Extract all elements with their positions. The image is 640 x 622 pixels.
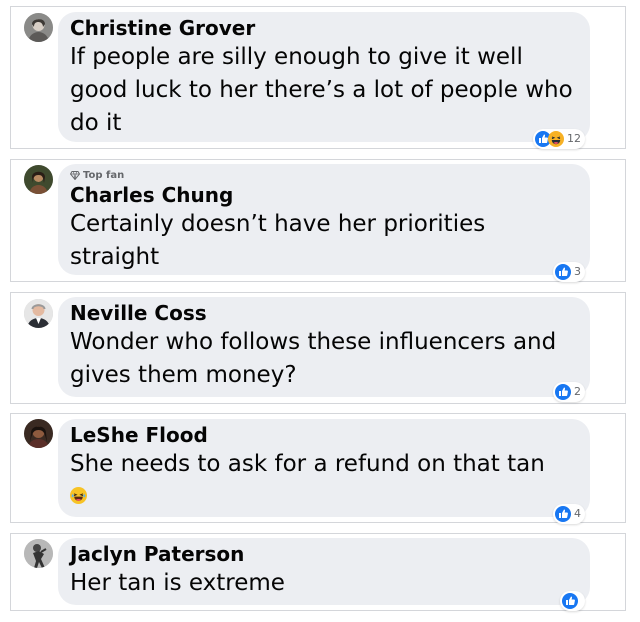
comment-bubble: Top fan Charles Chung Certainly doesn’t … (58, 164, 590, 275)
avatar[interactable] (24, 539, 53, 568)
top-fan-label: Top fan (83, 170, 125, 181)
haha-icon (548, 131, 564, 147)
comment-bubble: Jaclyn Paterson Her tan is extreme (58, 538, 590, 605)
comment-author[interactable]: Neville Coss (70, 300, 578, 326)
comment-text: Certainly doesn’t have her priorities st… (70, 211, 486, 270)
reaction-summary[interactable]: 4 (553, 504, 585, 524)
comment-bubble: LeShe Flood She needs to ask for a refun… (58, 419, 590, 517)
comment-text: If people are silly enough to give it we… (70, 44, 573, 136)
comment-bubble: Christine Grover If people are silly eno… (58, 12, 590, 142)
comment-text: Her tan is extreme (70, 570, 285, 596)
comment-text: She needs to ask for a refund on that ta… (70, 451, 545, 477)
comment-author[interactable]: Christine Grover (70, 15, 578, 41)
laughing-emoji-icon (70, 486, 87, 504)
top-fan-badge: Top fan (70, 169, 578, 182)
like-icon (555, 506, 571, 522)
avatar[interactable] (24, 13, 53, 42)
reaction-count: 3 (574, 265, 581, 278)
comment-card: Neville Coss Wonder who follows these in… (10, 292, 626, 404)
comment-card: Jaclyn Paterson Her tan is extreme (10, 533, 626, 611)
avatar[interactable] (24, 419, 53, 448)
comment-author[interactable]: LeShe Flood (70, 422, 578, 448)
avatar[interactable] (24, 299, 53, 328)
comment-card: Christine Grover If people are silly eno… (10, 6, 626, 149)
comment-author[interactable]: Charles Chung (70, 182, 578, 208)
reaction-summary[interactable] (560, 591, 585, 611)
like-icon (555, 384, 571, 400)
reaction-count: 2 (574, 385, 581, 398)
like-icon (555, 264, 571, 280)
reaction-summary[interactable]: 2 (553, 382, 585, 402)
diamond-icon (70, 171, 80, 180)
comment-bubble: Neville Coss Wonder who follows these in… (58, 297, 590, 397)
reaction-summary[interactable]: 12 (533, 129, 585, 149)
comment-author[interactable]: Jaclyn Paterson (70, 541, 578, 567)
reaction-count: 4 (574, 507, 581, 520)
comment-card: LeShe Flood She needs to ask for a refun… (10, 413, 626, 524)
like-icon (562, 593, 578, 609)
reaction-count: 12 (567, 132, 581, 145)
comment-card: Top fan Charles Chung Certainly doesn’t … (10, 159, 626, 282)
avatar[interactable] (24, 165, 53, 194)
comment-text: Wonder who follows these influencers and… (70, 329, 557, 388)
reaction-summary[interactable]: 3 (553, 262, 585, 282)
